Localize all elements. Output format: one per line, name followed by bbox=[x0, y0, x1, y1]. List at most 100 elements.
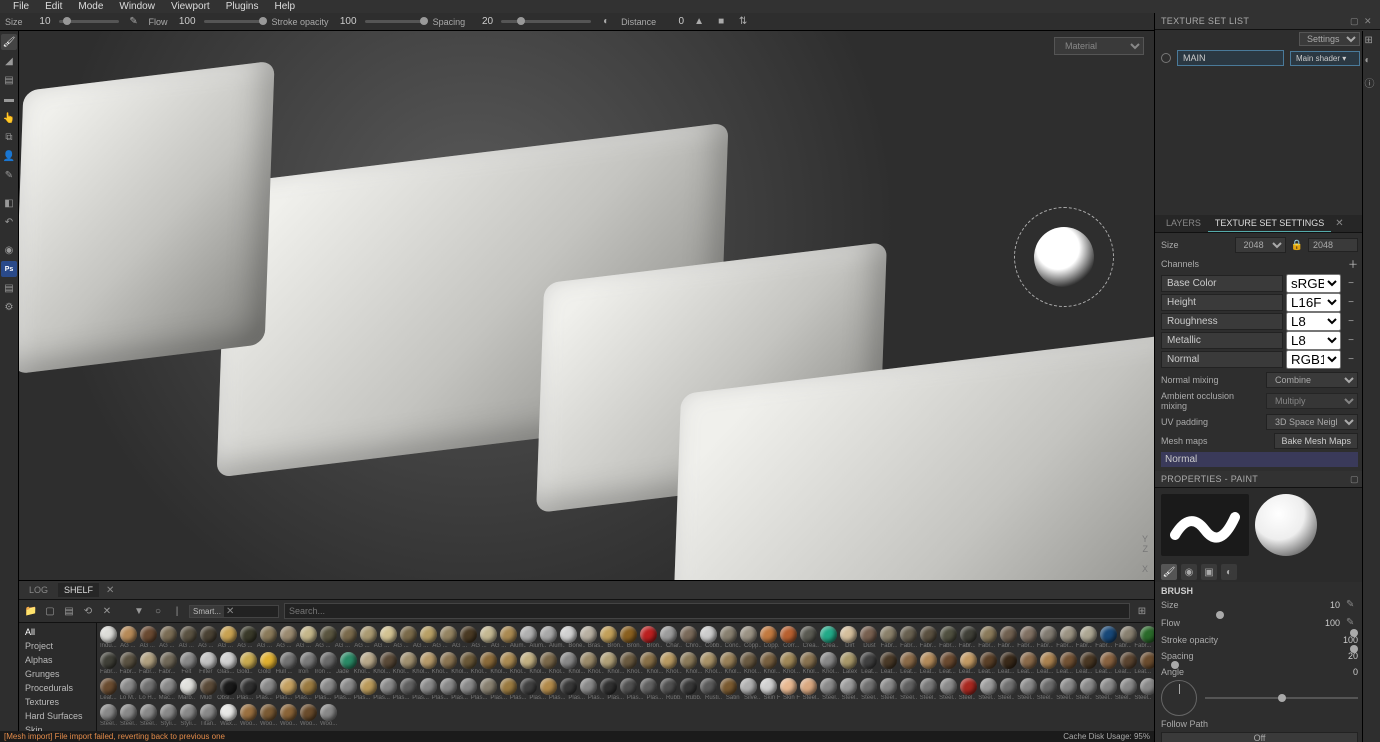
material-swatch[interactable] bbox=[300, 678, 317, 695]
material-swatch[interactable] bbox=[760, 678, 777, 695]
material-swatch[interactable] bbox=[820, 626, 837, 643]
material-swatch[interactable] bbox=[320, 678, 337, 695]
shader-select[interactable]: Main shader ▾ bbox=[1290, 51, 1360, 66]
texture-set-item[interactable]: MAIN bbox=[1177, 50, 1284, 66]
material-swatch[interactable] bbox=[420, 626, 437, 643]
material-swatch[interactable] bbox=[1080, 652, 1097, 669]
material-swatch[interactable] bbox=[960, 678, 977, 695]
tab-log[interactable]: LOG bbox=[23, 583, 54, 597]
material-swatch[interactable] bbox=[160, 652, 177, 669]
size-value[interactable]: 10 bbox=[31, 16, 51, 27]
shelf-search-input[interactable] bbox=[284, 603, 1130, 619]
material-swatch[interactable] bbox=[260, 652, 277, 669]
material-swatch[interactable] bbox=[440, 678, 457, 695]
material-swatch[interactable] bbox=[1020, 626, 1037, 643]
material-swatch[interactable] bbox=[900, 652, 917, 669]
display-icon[interactable]: ⓘ bbox=[1365, 75, 1379, 89]
material-swatch[interactable] bbox=[160, 704, 177, 721]
material-swatch[interactable] bbox=[500, 678, 517, 695]
defaults-icon[interactable]: ⟲ bbox=[81, 604, 95, 618]
material-swatch[interactable] bbox=[140, 626, 157, 643]
material-swatch[interactable] bbox=[1100, 678, 1117, 695]
menu-mode[interactable]: Mode bbox=[70, 1, 111, 12]
material-swatch[interactable] bbox=[880, 652, 897, 669]
material-swatch[interactable] bbox=[960, 626, 977, 643]
undo-icon[interactable]: ↶ bbox=[1, 214, 17, 230]
material-swatch[interactable] bbox=[780, 678, 797, 695]
material-swatch[interactable] bbox=[120, 652, 137, 669]
material-swatch[interactable] bbox=[1080, 626, 1097, 643]
settings-icon[interactable]: ⚙ bbox=[1, 299, 17, 315]
tab-texture-set-settings[interactable]: TEXTURE SET SETTINGS bbox=[1208, 215, 1331, 232]
material-swatch[interactable] bbox=[560, 626, 577, 643]
material-swatch[interactable] bbox=[100, 652, 117, 669]
remove-channel-icon[interactable]: − bbox=[1344, 335, 1358, 346]
material-swatch[interactable] bbox=[840, 678, 857, 695]
channel-format-select[interactable]: L8 bbox=[1286, 331, 1341, 350]
material-swatch[interactable] bbox=[400, 652, 417, 669]
texture-size-select[interactable]: 2048 bbox=[1235, 237, 1286, 253]
menu-viewport[interactable]: Viewport bbox=[163, 1, 218, 12]
material-swatch[interactable] bbox=[360, 678, 377, 695]
material-swatch[interactable] bbox=[400, 678, 417, 695]
material-swatch[interactable] bbox=[240, 626, 257, 643]
normal-mixing-select[interactable]: Combine bbox=[1266, 372, 1358, 388]
material-swatch[interactable] bbox=[140, 652, 157, 669]
material-swatch[interactable] bbox=[180, 652, 197, 669]
material-swatch[interactable] bbox=[1060, 626, 1077, 643]
material-swatch[interactable] bbox=[280, 652, 297, 669]
material-swatch[interactable] bbox=[840, 626, 857, 643]
material-swatch[interactable] bbox=[220, 678, 237, 695]
alpha-tab-icon[interactable]: ◉ bbox=[1181, 564, 1197, 580]
material-swatch[interactable] bbox=[600, 626, 617, 643]
material-swatch[interactable] bbox=[420, 652, 437, 669]
opacity-slider[interactable] bbox=[365, 20, 425, 23]
material-swatch[interactable] bbox=[860, 652, 877, 669]
pen-pressure-icon[interactable]: ✎ bbox=[1346, 599, 1358, 611]
size-slider[interactable] bbox=[59, 20, 119, 23]
material-swatch[interactable] bbox=[1000, 678, 1017, 695]
spacing-value[interactable]: 20 bbox=[473, 16, 493, 27]
smudge-tool-icon[interactable]: 👆 bbox=[1, 110, 17, 126]
material-swatch[interactable] bbox=[660, 626, 677, 643]
material-swatch[interactable] bbox=[620, 626, 637, 643]
material-swatch[interactable] bbox=[980, 626, 997, 643]
material-swatch[interactable] bbox=[720, 626, 737, 643]
material-swatch[interactable] bbox=[720, 652, 737, 669]
material-swatch[interactable] bbox=[600, 678, 617, 695]
material-swatch[interactable] bbox=[920, 678, 937, 695]
material-swatch[interactable] bbox=[280, 678, 297, 695]
viewport-mode-select[interactable]: Material bbox=[1054, 37, 1144, 55]
material-swatch[interactable] bbox=[680, 626, 697, 643]
opacity-value[interactable]: 100 bbox=[337, 16, 357, 27]
shelf-cat-grunges[interactable]: Grunges bbox=[19, 667, 96, 681]
projection-tool-icon[interactable]: ▤ bbox=[1, 72, 17, 88]
material-swatch[interactable] bbox=[900, 678, 917, 695]
distance-value[interactable]: 0 bbox=[664, 16, 684, 27]
uv-padding-select[interactable]: 3D Space Neighbor bbox=[1266, 414, 1358, 430]
material-swatch[interactable] bbox=[640, 626, 657, 643]
export-icon[interactable]: ▤ bbox=[1, 280, 17, 296]
material-swatch[interactable] bbox=[400, 626, 417, 643]
material-swatch[interactable] bbox=[800, 626, 817, 643]
material-swatch[interactable] bbox=[700, 626, 717, 643]
material-swatch[interactable] bbox=[240, 678, 257, 695]
material-swatch[interactable] bbox=[660, 652, 677, 669]
material-swatch[interactable] bbox=[1100, 626, 1117, 643]
angle-dial[interactable] bbox=[1161, 680, 1197, 716]
folder-icon[interactable]: ▤ bbox=[62, 604, 76, 618]
material-swatch[interactable] bbox=[200, 704, 217, 721]
pen-pressure-size-icon[interactable]: ✎ bbox=[127, 15, 141, 29]
normal-map-row[interactable]: Normal bbox=[1165, 454, 1197, 465]
material-swatch[interactable] bbox=[1000, 626, 1017, 643]
circle-icon[interactable]: ○ bbox=[151, 604, 165, 618]
material-swatch[interactable] bbox=[480, 626, 497, 643]
material-swatch[interactable] bbox=[900, 626, 917, 643]
material-swatch[interactable] bbox=[480, 652, 497, 669]
material-swatch[interactable] bbox=[1000, 652, 1017, 669]
menu-window[interactable]: Window bbox=[111, 1, 163, 12]
follow-path-toggle[interactable]: Off bbox=[1161, 732, 1358, 742]
material-swatch[interactable] bbox=[200, 652, 217, 669]
import-icon[interactable]: 📁 bbox=[24, 604, 38, 618]
material-tool-icon[interactable]: ✎ bbox=[1, 167, 17, 183]
